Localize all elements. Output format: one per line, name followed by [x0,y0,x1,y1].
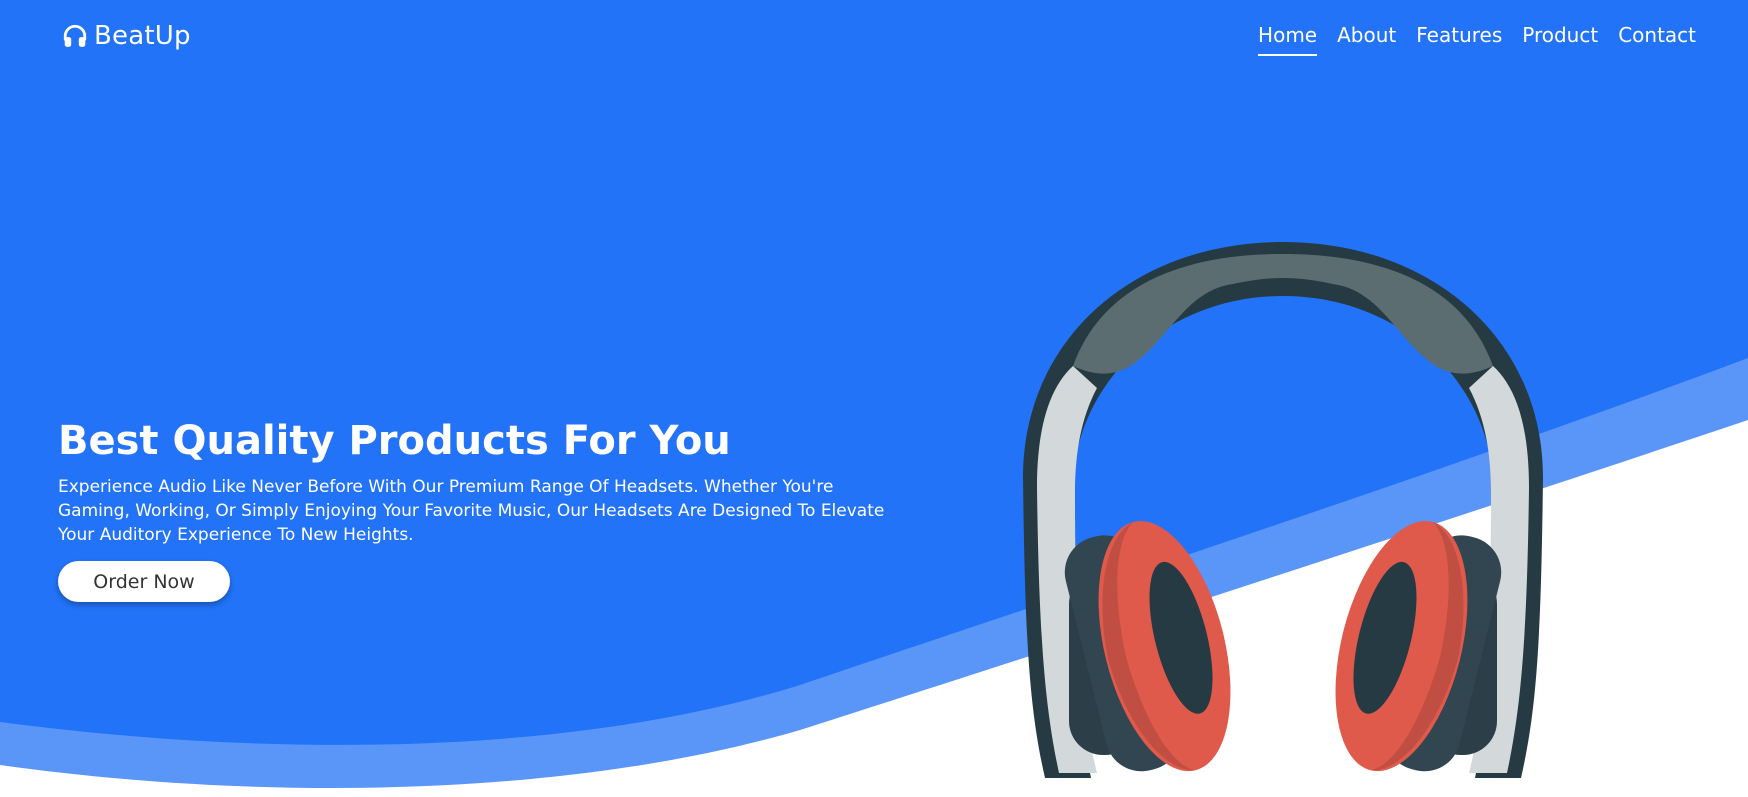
nav-contact[interactable]: Contact [1618,20,1696,56]
nav-features[interactable]: Features [1416,20,1502,56]
brand-name: BeatUp [94,21,191,51]
headphones-icon [63,24,87,47]
main-nav: Home About Features Product Contact [1258,20,1696,56]
brand-logo[interactable]: BeatUp [62,20,191,52]
hero-title: Best Quality Products For You [58,418,731,464]
nav-about[interactable]: About [1337,20,1396,56]
nav-product[interactable]: Product [1522,20,1598,56]
nav-home[interactable]: Home [1258,20,1318,56]
order-now-button[interactable]: Order Now [58,561,230,602]
headphones-illustration [1023,242,1543,778]
hero-description: Experience Audio Like Never Before With … [58,477,885,545]
